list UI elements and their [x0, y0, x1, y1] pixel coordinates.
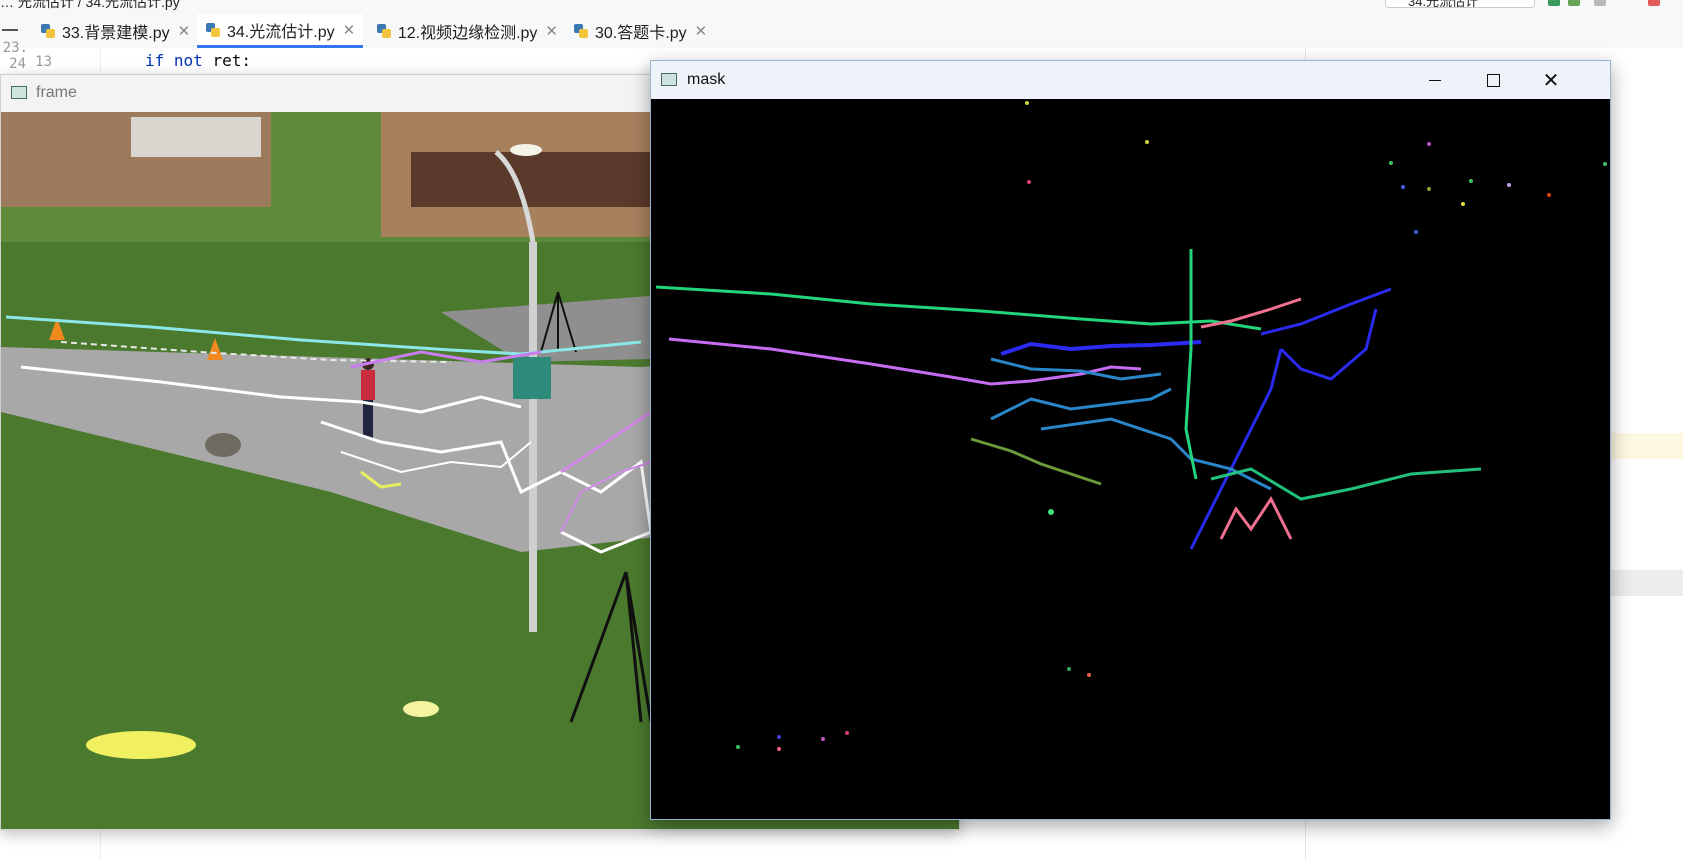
tab-33-background-modeling[interactable]: 33.背景建模.py ✕ — [32, 14, 192, 48]
close-button[interactable]: ✕ — [1522, 61, 1580, 99]
code-line[interactable]: if not ret: — [145, 51, 251, 70]
close-tab-icon[interactable]: ✕ — [343, 21, 356, 39]
minimize-icon — [1429, 79, 1441, 81]
frame-window-title: frame — [36, 84, 77, 101]
code-text: ret: — [202, 51, 251, 70]
mask-window-title: mask — [687, 71, 726, 88]
opencv-window-icon — [661, 73, 677, 86]
optical-flow-mask — [651, 99, 1610, 819]
python-file-icon — [573, 23, 589, 39]
maximize-icon — [1486, 73, 1500, 87]
line-number: 13 — [35, 54, 52, 70]
mask-window-titlebar[interactable]: mask ✕ — [651, 61, 1610, 99]
python-file-icon — [40, 23, 56, 39]
minimize-button[interactable] — [1406, 61, 1464, 99]
python-file-icon — [205, 22, 221, 38]
stop-icon[interactable] — [1648, 0, 1660, 6]
tab-label: 30.答题卡.py — [595, 25, 687, 42]
tab-30-answer-sheet[interactable]: 30.答题卡.py ✕ — [565, 14, 715, 48]
run-configuration-select[interactable]: 34.光流估计 — [1385, 0, 1535, 8]
code-keyword: if — [145, 51, 165, 70]
mask-window[interactable]: mask ✕ — [650, 60, 1611, 820]
tab-label: 33.背景建模.py — [62, 25, 170, 42]
tab-12-video-edge-detection[interactable]: 12.视频边缘检测.py ✕ — [368, 14, 558, 48]
tab-label: 34.光流估计.py — [227, 23, 335, 41]
debug-icon[interactable] — [1568, 0, 1580, 6]
current-line-highlight — [1610, 433, 1683, 459]
run-icon[interactable] — [1548, 0, 1560, 6]
tab-label: 12.视频边缘检测.py — [397, 25, 538, 42]
close-icon: ✕ — [1542, 69, 1560, 92]
collapse-icon[interactable] — [2, 29, 18, 31]
code-keyword: not — [173, 51, 203, 70]
close-tab-icon[interactable]: ✕ — [545, 22, 558, 40]
profile-icon[interactable] — [1594, 0, 1606, 6]
close-tab-icon[interactable]: ✕ — [178, 22, 191, 40]
editor-tab-bar: 33.背景建模.py ✕ 34.光流估计.py ✕ 12.视频边缘检测.py ✕… — [0, 14, 1683, 49]
python-file-icon — [376, 23, 392, 39]
close-tab-icon[interactable]: ✕ — [695, 22, 708, 40]
scroll-marker — [1610, 570, 1683, 596]
tab-34-optical-flow[interactable]: 34.光流估计.py ✕ — [197, 14, 363, 48]
maximize-button[interactable] — [1464, 61, 1522, 99]
breadcrumb[interactable]: … 光流估计 / 34.光流估计.py — [0, 0, 180, 12]
toolbar-strip: … 光流估计 / 34.光流估计.py 34.光流估计 — [0, 0, 1683, 15]
opencv-window-icon — [11, 86, 27, 99]
